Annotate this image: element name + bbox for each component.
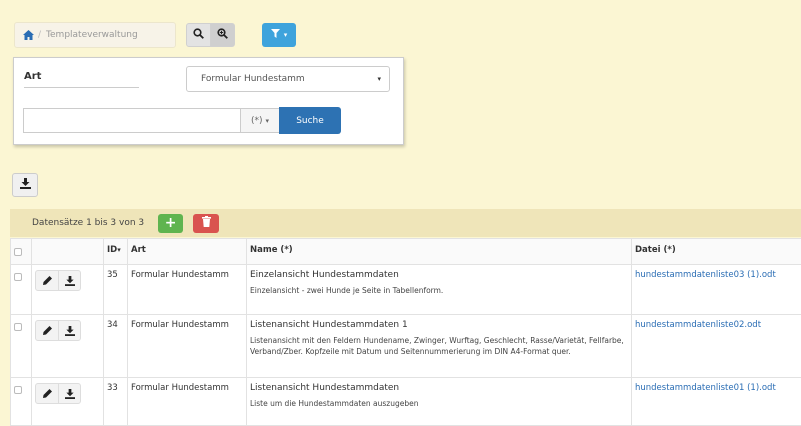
record-toolbar: Datensätze 1 bis 3 von 3 +: [10, 209, 801, 237]
template-table: ID▾ Art Name (*) Datei (*) 35 Formular H…: [10, 238, 801, 426]
search-input[interactable]: [23, 108, 241, 133]
row-art: Formular Hundestamm: [128, 315, 247, 378]
row-actions: [35, 383, 81, 404]
row-file-cell: hundestammdatenliste02.odt: [632, 315, 801, 378]
breadcrumb: / Templateverwaltung: [14, 22, 176, 48]
row-select-cell: [11, 378, 32, 426]
row-id: 34: [104, 315, 128, 378]
row-select-cell: [11, 265, 32, 315]
search-icon: [193, 28, 204, 42]
row-art: Formular Hundestamm: [128, 378, 247, 426]
row-title: Einzelansicht Hundestammdaten: [250, 270, 628, 280]
row-checkbox[interactable]: [14, 273, 22, 281]
trash-icon: [202, 216, 211, 230]
filter-panel: Art Formular Hundestamm ▾ (*) ▾ Suche: [13, 57, 404, 145]
id-header[interactable]: ID▾: [104, 239, 128, 265]
search-toggle-button[interactable]: [186, 23, 211, 47]
extended-search-button[interactable]: [210, 23, 235, 47]
row-description: Liste um die Hundestammdaten auszugeben: [250, 398, 628, 409]
row-description: Einzelansicht - zwei Hunde je Seite in T…: [250, 285, 628, 296]
pencil-icon[interactable]: [36, 271, 58, 290]
row-name: Listenansicht Hundestammdaten 1 Listenan…: [247, 315, 632, 378]
table-row: 34 Formular Hundestamm Listenansicht Hun…: [11, 315, 801, 378]
breadcrumb-current: Templateverwaltung: [46, 30, 138, 40]
row-id: 33: [104, 378, 128, 426]
filter-button[interactable]: ▾: [262, 23, 296, 47]
row-title: Listenansicht Hundestammdaten: [250, 383, 628, 393]
add-button[interactable]: +: [158, 214, 183, 233]
art-label-divider: [24, 87, 139, 88]
filter-icon: [271, 29, 282, 42]
table-row: 33 Formular Hundestamm Listenansicht Hun…: [11, 378, 801, 426]
row-file-link[interactable]: hundestammdatenliste03 (1).odt: [635, 270, 798, 280]
art-select-value: Formular Hundestamm: [201, 74, 305, 84]
select-all-cell: [11, 239, 32, 265]
row-name: Listenansicht Hundestammdaten Liste um d…: [247, 378, 632, 426]
row-file-cell: hundestammdatenliste03 (1).odt: [632, 265, 801, 315]
row-file-cell: hundestammdatenliste01 (1).odt: [632, 378, 801, 426]
chevron-down-icon: ▾: [284, 31, 288, 39]
download-icon[interactable]: [58, 384, 80, 403]
art-header[interactable]: Art: [128, 239, 247, 265]
export-button[interactable]: [12, 173, 38, 197]
row-file-link[interactable]: hundestammdatenliste01 (1).odt: [635, 383, 798, 393]
row-name: Einzelansicht Hundestammdaten Einzelansi…: [247, 265, 632, 315]
row-actions: [35, 270, 81, 291]
row-actions-cell: [32, 378, 104, 426]
table-row: 35 Formular Hundestamm Einzelansicht Hun…: [11, 265, 801, 315]
chevron-down-icon: ▾: [377, 75, 381, 83]
row-actions: [35, 320, 81, 341]
art-label: Art: [24, 71, 41, 82]
plus-icon: +: [165, 215, 177, 231]
delete-button[interactable]: [193, 214, 219, 233]
row-actions-cell: [32, 315, 104, 378]
row-checkbox[interactable]: [14, 323, 22, 331]
row-id: 35: [104, 265, 128, 315]
sort-caret-icon: ▾: [117, 246, 121, 254]
row-file-link[interactable]: hundestammdatenliste02.odt: [635, 320, 798, 330]
pencil-icon[interactable]: [36, 384, 58, 403]
row-actions-cell: [32, 265, 104, 315]
download-icon[interactable]: [58, 321, 80, 340]
table-header-row: ID▾ Art Name (*) Datei (*): [11, 239, 801, 265]
record-count: Datensätze 1 bis 3 von 3: [32, 218, 144, 228]
row-art: Formular Hundestamm: [128, 265, 247, 315]
home-icon[interactable]: [23, 30, 34, 40]
art-select[interactable]: Formular Hundestamm ▾: [186, 66, 390, 92]
download-icon: [20, 178, 31, 192]
zoom-in-icon: [217, 28, 228, 42]
pencil-icon[interactable]: [36, 321, 58, 340]
row-title: Listenansicht Hundestammdaten 1: [250, 320, 628, 330]
row-checkbox[interactable]: [14, 386, 22, 394]
name-header[interactable]: Name (*): [247, 239, 632, 265]
search-mode-dropdown[interactable]: (*) ▾: [240, 108, 280, 133]
download-icon[interactable]: [58, 271, 80, 290]
search-mode-label: (*): [251, 116, 263, 126]
select-all-checkbox[interactable]: [14, 248, 22, 256]
chevron-down-icon: ▾: [266, 117, 270, 125]
row-select-cell: [11, 315, 32, 378]
datei-header[interactable]: Datei (*): [632, 239, 801, 265]
search-button[interactable]: Suche: [279, 107, 341, 134]
row-description: Listenansicht mit den Feldern Hundename,…: [250, 335, 628, 357]
actions-header: [32, 239, 104, 265]
breadcrumb-separator: /: [38, 30, 41, 40]
